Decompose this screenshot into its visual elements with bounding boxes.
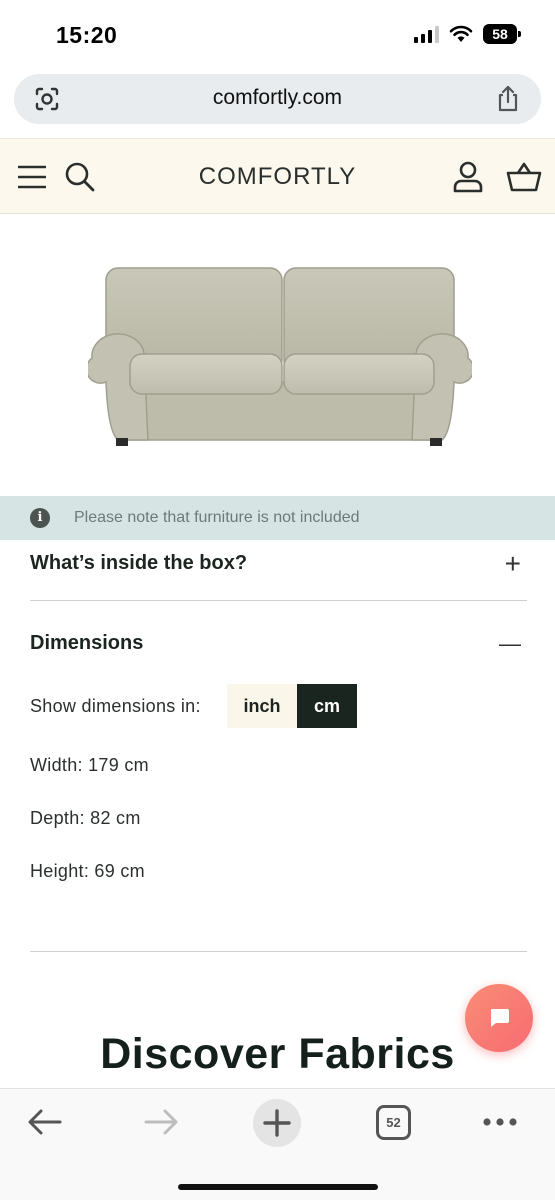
plus-icon[interactable] (253, 1099, 301, 1147)
status-bar: 15:20 58 (0, 0, 555, 70)
forward-arrow-icon[interactable] (142, 1107, 180, 1137)
accordion-box-header[interactable]: What’s inside the box? + (30, 550, 527, 578)
unit-toggle[interactable]: inch cm (227, 684, 357, 728)
notice-banner: i Please note that furniture is not incl… (0, 496, 555, 540)
unit-inch-button[interactable]: inch (227, 684, 297, 728)
basket-icon[interactable] (506, 161, 542, 193)
info-icon: i (30, 508, 50, 528)
unit-cm-button[interactable]: cm (297, 684, 357, 728)
sofa-image (88, 267, 472, 446)
depth-value: Depth: 82 cm (30, 808, 141, 828)
status-time: 15:20 (56, 22, 118, 48)
site-header: COMFORTLY (0, 138, 555, 214)
cellular-signal-icon (414, 25, 439, 43)
address-bar[interactable]: comfortly.com (14, 74, 541, 124)
collapse-icon[interactable]: — (499, 632, 521, 656)
expand-icon[interactable]: + (505, 550, 521, 578)
battery-icon: 58 (483, 24, 521, 44)
width-value: Width: 179 cm (30, 755, 149, 775)
notice-text: Please note that furniture is not includ… (74, 509, 360, 526)
chat-icon[interactable] (487, 1006, 511, 1030)
new-tab-button[interactable] (253, 1099, 301, 1147)
wifi-icon (449, 25, 473, 42)
height-value: Height: 69 cm (30, 861, 145, 881)
divider (30, 951, 527, 952)
accordion-dimensions-header[interactable]: Dimensions — (30, 632, 527, 656)
divider (30, 600, 527, 601)
status-icons: 58 (414, 24, 521, 44)
show-dimensions-label: Show dimensions in: (30, 696, 201, 716)
share-icon[interactable] (495, 85, 521, 113)
tab-switcher-button[interactable]: 52 (376, 1105, 411, 1140)
url-text[interactable]: comfortly.com (14, 86, 541, 110)
more-options-icon[interactable] (482, 1116, 518, 1128)
user-icon[interactable] (452, 161, 484, 193)
chat-button[interactable] (465, 984, 533, 1052)
accordion-dimensions-title[interactable]: Dimensions (30, 632, 527, 655)
home-indicator (178, 1184, 378, 1190)
back-arrow-icon[interactable] (26, 1107, 64, 1137)
accordion-box-title[interactable]: What’s inside the box? (30, 552, 527, 575)
